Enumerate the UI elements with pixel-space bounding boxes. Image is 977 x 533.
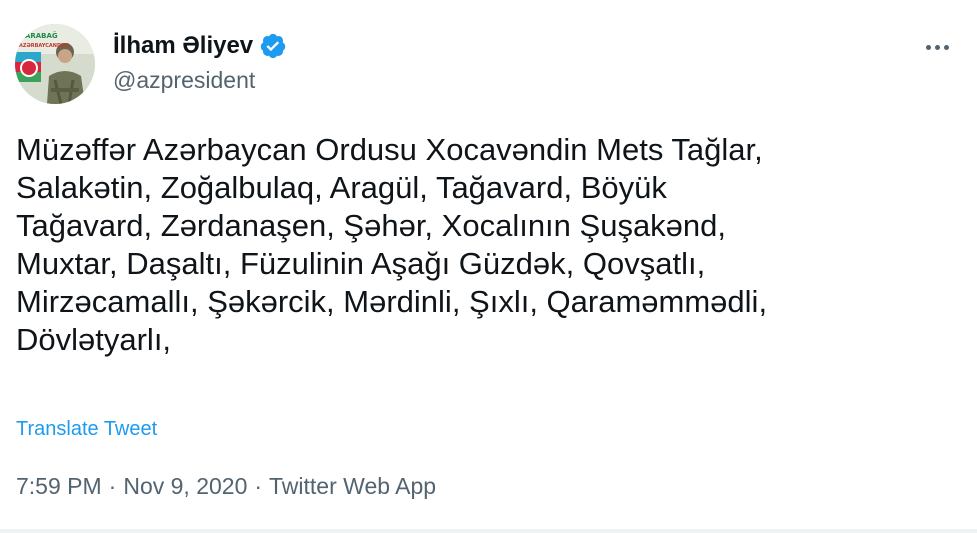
more-dot bbox=[944, 45, 949, 50]
tweet-text-line: Dövlətyarlı, bbox=[16, 322, 172, 357]
more-dot bbox=[926, 45, 931, 50]
verified-badge-icon bbox=[260, 33, 286, 59]
tweet-text-line: Mirzəcamallı, Şəkərcik, Mərdinli, Şıxlı,… bbox=[16, 284, 768, 319]
avatar-image: QARABAĞ AZƏRBAYCANDIR! bbox=[15, 24, 95, 104]
tweet-text: Müzəffər Azərbaycan Ordusu Xocavəndin Me… bbox=[16, 131, 961, 359]
user-name-row: İlham Əliyev bbox=[113, 31, 287, 61]
tweet-time[interactable]: 7:59 PM bbox=[16, 473, 102, 499]
tweet-date[interactable]: Nov 9, 2020 bbox=[123, 473, 247, 499]
tweet-text-line: Muxtar, Daşaltı, Füzulinin Aşağı Güzdək,… bbox=[16, 246, 706, 281]
divider bbox=[0, 529, 977, 533]
tweet-card: QARABAĞ AZƏRBAYCANDIR! İlham Əliyev @azp… bbox=[0, 0, 977, 533]
avatar[interactable]: QARABAĞ AZƏRBAYCANDIR! bbox=[15, 24, 95, 104]
tweet-metadata: 7:59 PM · Nov 9, 2020 · Twitter Web App bbox=[16, 472, 436, 500]
more-dot bbox=[935, 45, 940, 50]
meta-separator: · bbox=[108, 473, 117, 499]
user-handle[interactable]: @azpresident bbox=[113, 66, 255, 94]
tweet-text-line: Müzəffər Azərbaycan Ordusu Xocavəndin Me… bbox=[16, 132, 763, 167]
svg-text:AZƏRBAYCANDIR!: AZƏRBAYCANDIR! bbox=[19, 43, 69, 49]
display-name[interactable]: İlham Əliyev bbox=[113, 31, 253, 61]
more-options-icon[interactable] bbox=[920, 38, 956, 58]
tweet-source-link[interactable]: Twitter Web App bbox=[269, 473, 436, 499]
translate-tweet-link[interactable]: Translate Tweet bbox=[16, 417, 157, 441]
meta-separator: · bbox=[254, 473, 263, 499]
tweet-text-line: Tağavard, Zərdanaşen, Şəhər, Xocalının Ş… bbox=[16, 208, 727, 243]
svg-text:QARABAĞ: QARABAĞ bbox=[19, 31, 58, 40]
tweet-text-line: Salakətin, Zoğalbulaq, Aragül, Tağavard,… bbox=[16, 170, 667, 205]
